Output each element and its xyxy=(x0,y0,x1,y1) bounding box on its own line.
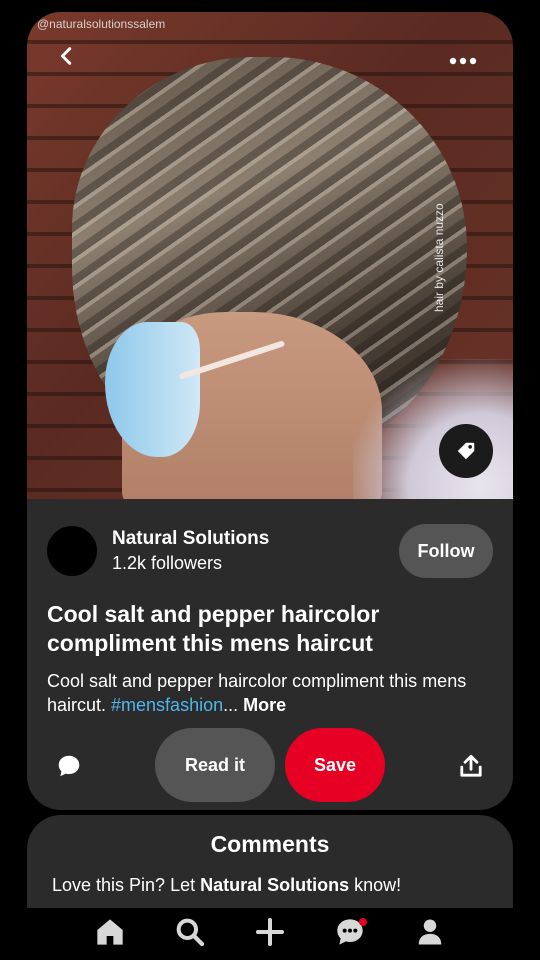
chevron-left-icon xyxy=(60,47,72,65)
nav-profile[interactable] xyxy=(410,912,450,952)
image-watermark: @naturalsolutionssalem xyxy=(37,17,166,31)
speech-bubble-icon xyxy=(58,755,80,777)
creator-name[interactable]: Natural Solutions xyxy=(112,528,269,550)
share-button[interactable] xyxy=(453,748,489,784)
follower-count: 1.2k followers xyxy=(112,553,223,573)
nav-home[interactable] xyxy=(90,912,130,952)
nav-create[interactable] xyxy=(250,912,290,952)
plus-icon xyxy=(256,918,284,946)
read-it-button[interactable]: Read it xyxy=(155,728,275,802)
more-link[interactable]: More xyxy=(243,695,286,715)
creator-avatar[interactable] xyxy=(47,526,97,576)
prompt-suffix: know! xyxy=(349,875,402,895)
image-credit: hair by calista nuzzo xyxy=(432,203,446,312)
profile-icon xyxy=(418,919,442,945)
ellipsis-icon xyxy=(449,57,477,65)
product-tag-button[interactable] xyxy=(439,424,493,478)
pin-card: @naturalsolutionssalem hair by calista n… xyxy=(27,12,513,810)
more-options-button[interactable] xyxy=(443,46,483,76)
notification-dot xyxy=(359,918,367,926)
follow-button[interactable]: Follow xyxy=(399,524,493,578)
pin-image[interactable]: @naturalsolutionssalem hair by calista n… xyxy=(27,12,513,499)
pin-title: Cool salt and pepper haircolor complimen… xyxy=(47,601,380,656)
prompt-creator-name: Natural Solutions xyxy=(200,875,350,895)
share-upload-icon xyxy=(460,754,482,777)
shirt-illustration xyxy=(353,359,513,499)
home-icon xyxy=(97,919,123,945)
search-icon xyxy=(176,918,205,947)
comments-prompt[interactable]: Love this Pin? Let Natural Solutions kno… xyxy=(52,875,401,896)
nav-messages[interactable] xyxy=(330,912,370,952)
save-button[interactable]: Save xyxy=(285,728,385,802)
tag-icon xyxy=(457,442,475,460)
back-button[interactable] xyxy=(47,36,87,76)
pin-description: Cool salt and pepper haircolor complimen… xyxy=(47,669,502,717)
nav-search[interactable] xyxy=(170,912,210,952)
comments-heading: Comments xyxy=(210,831,330,857)
prompt-prefix: Love this Pin? Let xyxy=(52,875,201,895)
comment-button[interactable] xyxy=(51,748,87,784)
hashtag-link[interactable]: #mensfashion xyxy=(111,695,223,715)
description-ellipsis: ... xyxy=(223,695,239,715)
face-mask-illustration xyxy=(105,322,200,457)
